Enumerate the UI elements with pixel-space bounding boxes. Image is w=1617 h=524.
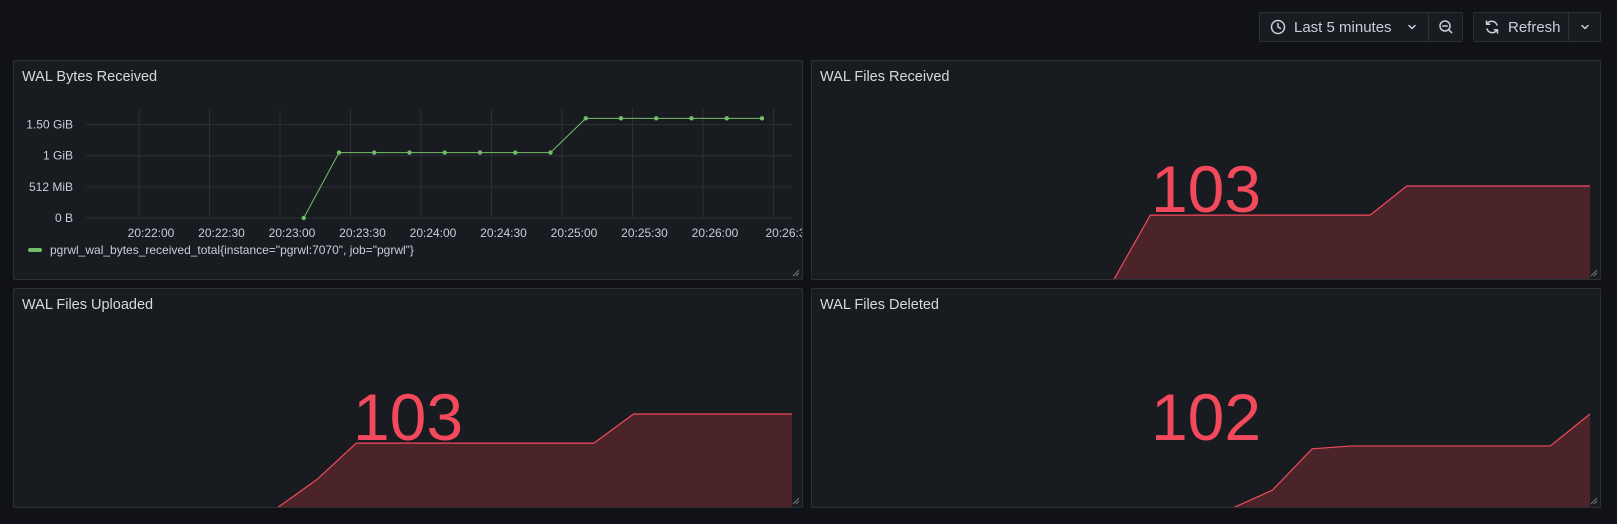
refresh-group: Refresh <box>1473 12 1601 44</box>
dashboard-toolbar: Last 5 minutes Refresh <box>1259 12 1601 44</box>
time-range-label: Last 5 minutes <box>1294 18 1392 36</box>
chart-grid <box>86 109 792 219</box>
x-tick-label: 20:26:3 <box>765 226 803 240</box>
data-point <box>513 150 518 155</box>
x-tick-label: 20:26:00 <box>692 226 739 240</box>
data-point <box>548 150 553 155</box>
stat-value: 103 <box>1150 152 1262 226</box>
x-tick-label: 20:24:00 <box>410 226 457 240</box>
data-point <box>618 116 624 121</box>
y-tick-label: 1.50 GiB <box>26 118 73 132</box>
data-point <box>654 116 659 121</box>
panel-wal-files-received[interactable]: WAL Files Received 103 <box>811 60 1601 280</box>
data-point <box>442 150 447 155</box>
x-tick-label: 20:24:30 <box>480 226 527 240</box>
refresh-label: Refresh <box>1508 18 1561 36</box>
chevron-down-icon <box>1579 21 1591 33</box>
legend[interactable]: pgrwl_wal_bytes_received_total{instance=… <box>28 243 414 257</box>
stat-value: 102 <box>1150 380 1262 454</box>
data-point <box>724 116 729 121</box>
y-axis-ticks: 0 B 512 MiB 1 GiB 1.50 GiB <box>26 118 73 225</box>
data-point <box>336 150 342 155</box>
x-tick-label: 20:23:00 <box>269 226 316 240</box>
x-tick-label: 20:23:30 <box>339 226 386 240</box>
data-point <box>372 150 377 155</box>
legend-label: pgrwl_wal_bytes_received_total{instance=… <box>50 243 414 257</box>
x-tick-label: 20:25:30 <box>621 226 668 240</box>
refresh-interval-dropdown[interactable] <box>1569 12 1601 42</box>
x-axis-ticks: 20:22:00 20:22:30 20:23:00 20:23:30 20:24:00… <box>128 226 803 240</box>
clock-icon <box>1270 19 1286 35</box>
refresh-icon <box>1484 19 1500 35</box>
series-layer <box>301 116 765 221</box>
data-point <box>583 116 588 121</box>
y-tick-label: 512 MiB <box>29 180 73 194</box>
time-range-group: Last 5 minutes <box>1259 12 1463 44</box>
y-tick-label: 1 GiB <box>43 149 73 163</box>
refresh-button[interactable]: Refresh <box>1473 12 1569 42</box>
x-tick-label: 20:25:00 <box>551 226 598 240</box>
data-point <box>301 215 306 221</box>
resize-handle-icon[interactable] <box>790 495 800 505</box>
panel-wal-files-uploaded[interactable]: WAL Files Uploaded 103 <box>13 288 803 508</box>
timeseries-chart: 0 B 512 MiB 1 GiB 1.50 GiB 20:22:00 20:22:30… <box>26 109 803 240</box>
zoom-out-icon <box>1438 19 1454 35</box>
data-point <box>477 150 483 155</box>
zoom-out-button[interactable] <box>1429 12 1463 42</box>
resize-handle-icon[interactable] <box>1588 495 1598 505</box>
data-point <box>689 116 694 121</box>
chevron-down-icon <box>1406 21 1418 33</box>
panel-wal-bytes-received[interactable]: WAL Bytes Received 0 B 512 MiB 1 GiB 1.50 G… <box>13 60 803 280</box>
resize-handle-icon[interactable] <box>1588 267 1598 277</box>
data-point <box>407 150 412 155</box>
legend-swatch <box>28 248 42 252</box>
resize-handle-icon[interactable] <box>790 267 800 277</box>
series-line <box>303 117 762 219</box>
x-tick-label: 20:22:00 <box>128 226 175 240</box>
time-range-picker[interactable]: Last 5 minutes <box>1259 12 1429 42</box>
data-point <box>759 116 765 121</box>
stat-value: 103 <box>352 380 464 454</box>
x-tick-label: 20:22:30 <box>198 226 245 240</box>
panel-wal-files-deleted[interactable]: WAL Files Deleted 102 <box>811 288 1601 508</box>
y-tick-label: 0 B <box>55 211 73 225</box>
